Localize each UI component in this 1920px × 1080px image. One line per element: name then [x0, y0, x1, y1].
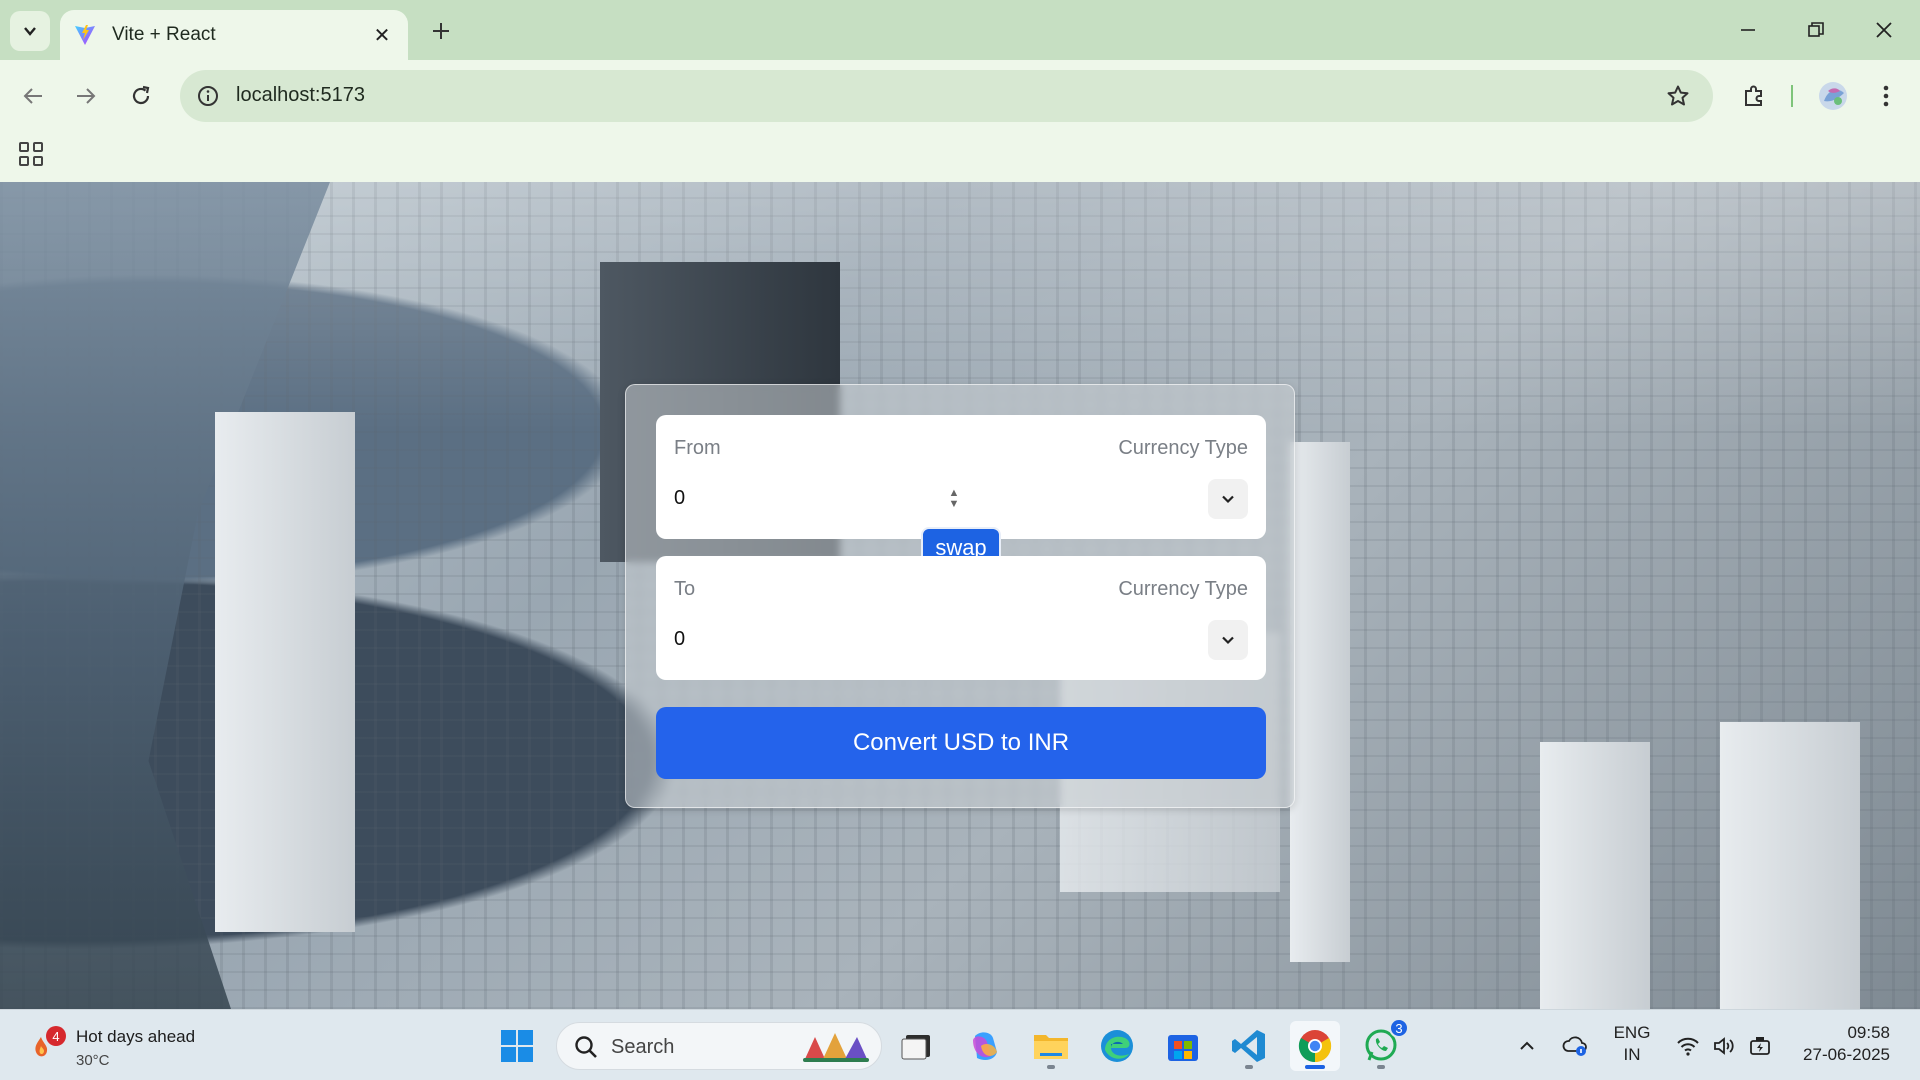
profile-avatar[interactable]	[1813, 76, 1853, 116]
taskbar-edge[interactable]	[1092, 1021, 1142, 1071]
from-panel: From Currency Type 0 ▲ ▼	[656, 415, 1266, 539]
chevron-down-icon	[24, 27, 36, 36]
battery-tray-icon[interactable]	[1745, 1010, 1775, 1080]
store-icon	[1168, 1035, 1198, 1061]
running-indicator	[1305, 1065, 1325, 1069]
background-tower	[215, 412, 355, 932]
clock-time: 09:58	[1847, 1023, 1890, 1042]
browser-toolbar: localhost:5173	[0, 60, 1920, 130]
background-tower	[1540, 742, 1650, 1009]
system-clock[interactable]: 09:58 27-06-2025	[1790, 1022, 1890, 1066]
speaker-icon	[1714, 1036, 1734, 1055]
vscode-icon	[1232, 1030, 1265, 1062]
weather-alert-badge: 4	[46, 1026, 66, 1046]
to-currency-select[interactable]	[1208, 620, 1248, 660]
from-label: From	[674, 437, 721, 459]
battery-charging-icon	[1750, 1036, 1770, 1055]
arrow-left-icon	[23, 88, 42, 104]
convert-button[interactable]: Convert USD to INR	[656, 707, 1266, 779]
reload-button[interactable]	[121, 76, 161, 116]
windows-logo-icon	[501, 1030, 533, 1062]
edge-icon	[1101, 1030, 1133, 1062]
show-hidden-icons-button[interactable]	[1512, 1010, 1542, 1080]
bookmark-star-icon[interactable]	[1663, 81, 1693, 111]
forward-button[interactable]	[66, 76, 106, 116]
from-amount-input[interactable]: 0	[674, 487, 685, 510]
chevron-up-icon	[1520, 1041, 1534, 1050]
url-text[interactable]: localhost:5173	[236, 84, 365, 107]
more-menu-icon[interactable]	[1866, 76, 1906, 116]
weather-temperature: 30°C	[76, 1052, 110, 1069]
running-indicator	[1377, 1065, 1385, 1069]
restore-icon	[1808, 22, 1824, 37]
search-highlight-icon	[803, 1033, 869, 1062]
from-currency-select[interactable]	[1208, 479, 1248, 519]
close-tab-icon[interactable]: ✕	[368, 21, 396, 49]
to-amount-input[interactable]: 0	[674, 628, 685, 651]
to-currency-type-label: Currency Type	[1118, 578, 1248, 600]
taskbar-task-view[interactable]	[892, 1021, 942, 1071]
taskbar-store[interactable]	[1158, 1021, 1208, 1071]
whatsapp-badge: 3	[1389, 1018, 1409, 1038]
tab-title: Vite + React	[112, 24, 216, 45]
copilot-icon	[973, 1032, 997, 1060]
volume-tray-icon[interactable]	[1710, 1010, 1740, 1080]
site-info-icon[interactable]	[194, 82, 222, 110]
arrow-right-icon	[77, 88, 96, 104]
from-currency-type-label: Currency Type	[1118, 437, 1248, 459]
new-tab-button[interactable]	[424, 14, 458, 48]
start-button[interactable]	[492, 1021, 542, 1071]
background-tower	[1290, 442, 1350, 962]
taskbar-vscode[interactable]	[1224, 1021, 1274, 1071]
chrome-icon	[1298, 1030, 1332, 1063]
minimize-button[interactable]	[1726, 10, 1770, 50]
running-indicator	[1245, 1065, 1253, 1069]
background-tower	[1720, 722, 1860, 1009]
plus-icon	[433, 23, 449, 39]
weather-widget[interactable]: 4 Hot days ahead 30°C	[28, 1018, 228, 1074]
taskbar-chrome[interactable]	[1290, 1021, 1340, 1071]
onedrive-tray-icon[interactable]	[1560, 1010, 1590, 1080]
windows-taskbar: 4 Hot days ahead 30°C Search 3 ENG IN 09…	[0, 1009, 1920, 1080]
bookmarks-bar	[0, 130, 1920, 182]
language-code: ENG	[1613, 1023, 1651, 1042]
apps-grid-icon[interactable]	[16, 139, 46, 169]
taskbar-file-explorer[interactable]	[1026, 1021, 1076, 1071]
vite-logo-icon	[72, 22, 98, 48]
tab-strip: Vite + React ✕	[0, 0, 1920, 60]
wifi-icon	[1677, 1037, 1699, 1056]
search-placeholder: Search	[611, 1036, 675, 1058]
task-view-icon	[901, 1035, 930, 1060]
browser-tab[interactable]: Vite + React ✕	[60, 10, 408, 60]
taskbar-search[interactable]: Search	[556, 1022, 882, 1070]
language-indicator[interactable]: ENG IN	[1610, 1022, 1654, 1066]
tab-search-button[interactable]	[10, 11, 50, 51]
taskbar-copilot[interactable]	[960, 1021, 1010, 1071]
clock-date: 27-06-2025	[1803, 1045, 1890, 1064]
number-spinner-icon[interactable]: ▲ ▼	[946, 485, 962, 513]
city-background: From Currency Type 0 ▲ ▼ swap To Currency…	[0, 182, 1920, 1009]
search-icon	[575, 1036, 597, 1058]
taskbar-whatsapp[interactable]: 3	[1356, 1018, 1409, 1071]
to-label: To	[674, 578, 696, 600]
close-window-button[interactable]	[1862, 10, 1906, 50]
toolbar-separator	[1791, 85, 1793, 107]
to-panel: To Currency Type 0	[656, 556, 1266, 680]
folder-icon	[1034, 1035, 1068, 1059]
back-button[interactable]	[13, 76, 53, 116]
close-icon	[1876, 22, 1892, 38]
minimize-icon	[1741, 29, 1755, 31]
region-code: IN	[1623, 1045, 1641, 1064]
wifi-tray-icon[interactable]	[1673, 1010, 1703, 1080]
weather-title: Hot days ahead	[76, 1027, 196, 1046]
chevron-down-icon	[1222, 636, 1234, 645]
cloud-icon	[1562, 1036, 1587, 1056]
address-bar[interactable]: localhost:5173	[180, 70, 1713, 122]
currency-converter-card: From Currency Type 0 ▲ ▼ swap To Currency…	[625, 384, 1295, 808]
running-indicator	[1047, 1065, 1055, 1069]
restore-button[interactable]	[1794, 10, 1838, 50]
extensions-icon[interactable]	[1734, 76, 1774, 116]
chevron-down-icon	[1222, 495, 1234, 504]
reload-icon	[132, 85, 150, 105]
